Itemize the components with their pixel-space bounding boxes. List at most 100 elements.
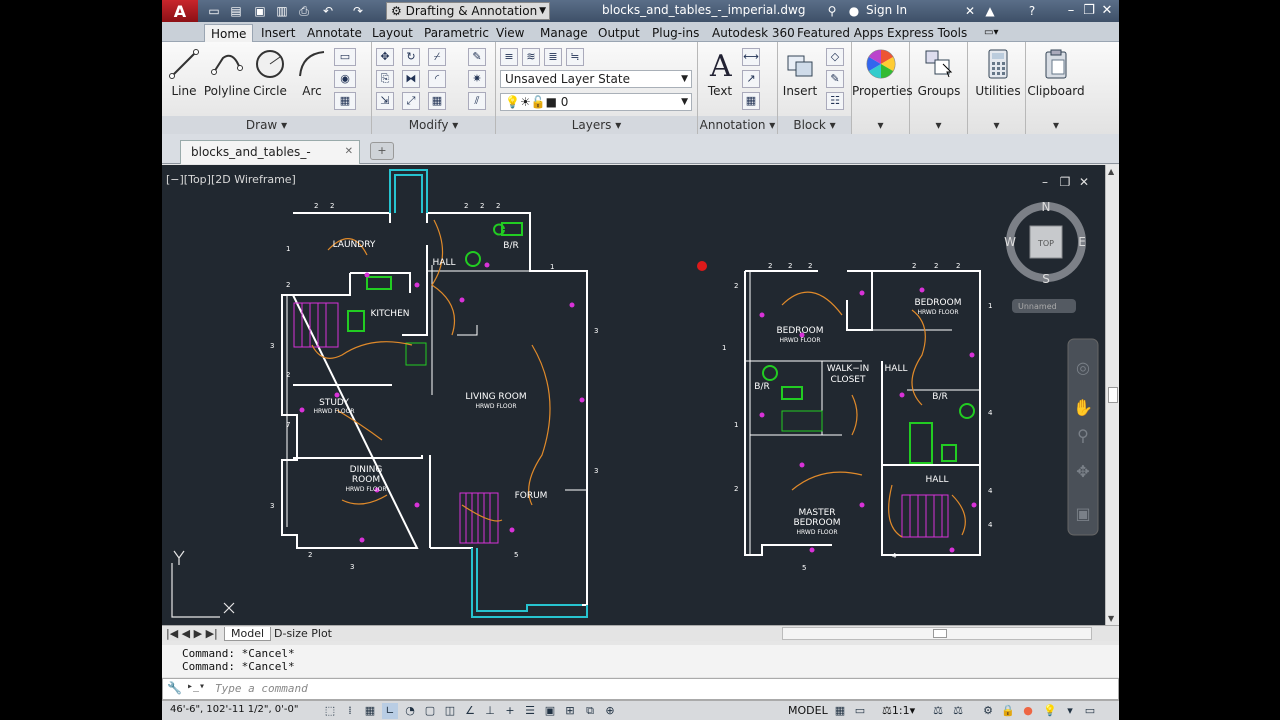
polyline-button[interactable]: Polyline xyxy=(202,46,252,108)
pan-icon[interactable]: ✋ xyxy=(1073,398,1093,417)
clipboard-expand[interactable]: ▾ xyxy=(1026,116,1086,134)
open-file-icon[interactable]: ▤ xyxy=(228,3,244,19)
lineweight-icon[interactable]: ☰ xyxy=(522,703,538,719)
tab-featured-apps[interactable]: Featured Apps xyxy=(797,24,883,42)
otrack-icon[interactable]: ∠ xyxy=(462,703,478,719)
status-menu-icon[interactable]: ▾ xyxy=(1062,703,1078,719)
workspace-switching-icon[interactable]: ⚙ xyxy=(980,703,996,719)
scale-icon[interactable]: ⤢ xyxy=(402,92,420,110)
save-as-icon[interactable]: ▥ xyxy=(274,3,290,19)
tab-parametric[interactable]: Parametric xyxy=(424,24,489,42)
annotation-panel-title[interactable]: Annotation ▾ xyxy=(698,116,777,134)
tab-view[interactable]: View xyxy=(496,24,524,42)
stretch-icon[interactable]: ⇲ xyxy=(376,92,394,110)
properties-expand[interactable]: ▾ xyxy=(852,116,909,134)
restore-button[interactable]: ❐ xyxy=(1080,2,1098,20)
viewcube-north[interactable]: N xyxy=(1042,200,1051,214)
circle-button[interactable]: Circle xyxy=(248,46,292,108)
viewcube-south[interactable]: S xyxy=(1042,272,1050,286)
save-icon[interactable]: ▣ xyxy=(252,3,268,19)
auto-scale-icon[interactable]: ⚖ xyxy=(950,703,966,719)
copy-icon[interactable]: ⎘ xyxy=(376,70,394,88)
steering-wheel-icon[interactable]: ◎ xyxy=(1076,358,1090,377)
tab-plugins[interactable]: Plug-ins xyxy=(652,24,699,42)
application-menu-button[interactable]: A xyxy=(162,0,198,22)
new-tab-button[interactable]: + xyxy=(370,142,394,160)
layout-nav-icons[interactable]: |◀ ◀ ▶ ▶| xyxy=(166,627,218,641)
quick-properties-icon[interactable]: ⊞ xyxy=(562,703,578,719)
table-icon[interactable]: ▦ xyxy=(742,92,760,110)
horizontal-scroll-thumb[interactable] xyxy=(933,629,947,638)
transparency-icon[interactable]: ▣ xyxy=(542,703,558,719)
close-tab-icon[interactable]: ✕ xyxy=(345,141,353,163)
redo-icon[interactable]: ↷ xyxy=(350,3,366,19)
rotate-icon[interactable]: ↻ xyxy=(402,48,420,66)
annotation-scale[interactable]: ⚖1:1▾ xyxy=(882,704,915,717)
quick-view-drawings-icon[interactable]: ▭ xyxy=(852,703,868,719)
properties-button[interactable]: Properties xyxy=(852,46,913,108)
viewcube[interactable]: TOP N S E W xyxy=(1004,200,1086,286)
tab-output[interactable]: Output xyxy=(598,24,640,42)
tab-d-size-plot[interactable]: D-size Plot xyxy=(268,627,338,641)
showmotion-icon[interactable]: ▣ xyxy=(1075,504,1090,523)
insert-block-button[interactable]: Insert xyxy=(780,46,820,108)
ribbon-options-icon[interactable]: ▭▾ xyxy=(984,24,998,42)
vertical-scrollbar[interactable]: ▲ ▼ xyxy=(1105,165,1119,625)
autodesk-icon[interactable]: ▲ xyxy=(982,3,998,19)
viewcube-top[interactable]: TOP xyxy=(1037,239,1054,248)
workspace-select[interactable]: ⚙ Drafting & Annotation ▼ xyxy=(386,2,550,20)
quick-view-layouts-icon[interactable]: ▦ xyxy=(832,703,848,719)
grid-icon[interactable]: ▦ xyxy=(362,703,378,719)
layer-off-icon[interactable]: ≋ xyxy=(522,48,540,66)
orbit-icon[interactable]: ✥ xyxy=(1076,462,1089,481)
explode-icon[interactable]: ✷ xyxy=(468,70,486,88)
ortho-icon[interactable]: ∟ xyxy=(382,703,398,719)
3d-osnap-icon[interactable]: ◫ xyxy=(442,703,458,719)
hatch-icon[interactable]: ◉ xyxy=(334,70,356,88)
polar-icon[interactable]: ◔ xyxy=(402,703,418,719)
help-icon[interactable]: ? xyxy=(1024,3,1040,19)
drawing-viewport[interactable]: [−][Top][2D Wireframe] – ❐ ✕ 2 2 2 2 2 1… xyxy=(162,165,1119,625)
annotation-visibility-icon[interactable]: ⚖ xyxy=(930,703,946,719)
tab-layout[interactable]: Layout xyxy=(372,24,413,42)
sign-in-button[interactable]: Sign In xyxy=(866,3,907,17)
viewcube-west[interactable]: W xyxy=(1004,235,1016,249)
snap-icon[interactable]: ⁞ xyxy=(342,703,358,719)
offset-icon[interactable]: ⫽ xyxy=(468,92,486,110)
osnap-icon[interactable]: ▢ xyxy=(422,703,438,719)
tab-annotate[interactable]: Annotate xyxy=(307,24,362,42)
utilities-button[interactable]: Utilities xyxy=(974,46,1022,108)
modify-panel-title[interactable]: Modify ▾ xyxy=(372,116,495,134)
create-block-icon[interactable]: ◇ xyxy=(826,48,844,66)
dimension-icon[interactable]: ⟷ xyxy=(742,48,760,66)
annotation-monitor-icon[interactable]: ⊕ xyxy=(602,703,618,719)
current-layer-dropdown[interactable]: 💡☀🔓■ 0 ▼ xyxy=(500,93,692,111)
tab-autodesk-360[interactable]: Autodesk 360 xyxy=(712,24,795,42)
minimize-button[interactable]: – xyxy=(1062,2,1080,20)
draw-panel-title[interactable]: Draw ▾ xyxy=(162,116,371,134)
selection-cycling-icon[interactable]: ⧉ xyxy=(582,703,598,719)
print-icon[interactable]: ⎙ xyxy=(296,3,312,19)
rectangle-icon[interactable]: ▭ xyxy=(334,48,356,66)
hardware-acceleration-icon[interactable]: ● xyxy=(1020,703,1036,719)
block-panel-title[interactable]: Block ▾ xyxy=(778,116,851,134)
erase-icon[interactable]: ✎ xyxy=(468,48,486,66)
dyn-icon[interactable]: + xyxy=(502,703,518,719)
layer-freeze-icon[interactable]: ≒ xyxy=(566,48,584,66)
tab-model[interactable]: Model xyxy=(224,627,272,641)
mirror-icon[interactable]: ⧓ xyxy=(402,70,420,88)
groups-expand[interactable]: ▾ xyxy=(910,116,967,134)
groups-button[interactable]: Groups xyxy=(914,46,964,108)
isolate-objects-icon[interactable]: 💡 xyxy=(1042,703,1058,719)
move-icon[interactable]: ✥ xyxy=(376,48,394,66)
model-space-button[interactable]: MODEL xyxy=(788,704,828,717)
arc-button[interactable]: Arc xyxy=(290,46,334,108)
infer-constraints-icon[interactable]: ⬚ xyxy=(322,703,338,719)
scroll-down-icon[interactable]: ▼ xyxy=(1108,614,1114,623)
scroll-up-icon[interactable]: ▲ xyxy=(1108,167,1114,176)
customize-icon[interactable]: 🔧 xyxy=(167,681,182,695)
tab-express-tools[interactable]: Express Tools xyxy=(887,24,967,42)
line-button[interactable]: Line xyxy=(162,46,206,108)
tab-manage[interactable]: Manage xyxy=(540,24,588,42)
layers-panel-title[interactable]: Layers ▾ xyxy=(496,116,697,134)
